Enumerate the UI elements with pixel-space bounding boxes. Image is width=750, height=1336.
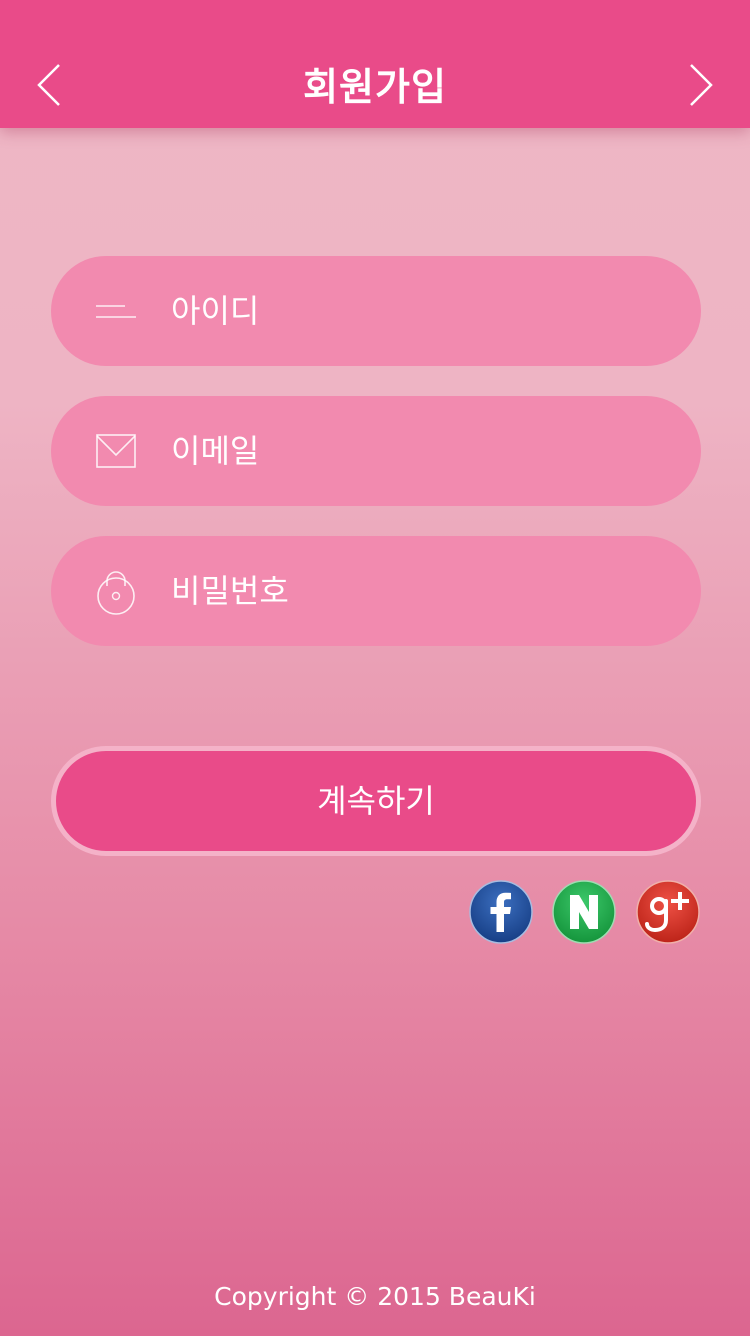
password-input[interactable] [171, 536, 661, 646]
google-plus-icon [636, 880, 700, 944]
copyright-text: Copyright © 2015 BeauKi [214, 1282, 536, 1311]
id-lines-icon [96, 305, 136, 318]
facebook-icon [469, 880, 533, 944]
facebook-login-button[interactable] [469, 880, 533, 944]
id-input[interactable] [171, 256, 661, 366]
password-field[interactable] [51, 536, 701, 646]
email-field[interactable] [51, 396, 701, 506]
naver-icon [552, 880, 616, 944]
padlock-icon [97, 571, 135, 615]
google-login-button[interactable] [636, 880, 700, 944]
app-header: 회원가입 [0, 0, 750, 128]
forward-button[interactable] [686, 62, 716, 108]
page-title: 회원가입 [303, 65, 447, 109]
email-input[interactable] [171, 396, 661, 506]
chevron-right-icon [690, 64, 713, 106]
naver-login-button[interactable] [552, 880, 616, 944]
envelope-icon [96, 434, 136, 468]
id-field[interactable] [51, 256, 701, 366]
continue-button[interactable]: 계속하기 [51, 746, 701, 856]
